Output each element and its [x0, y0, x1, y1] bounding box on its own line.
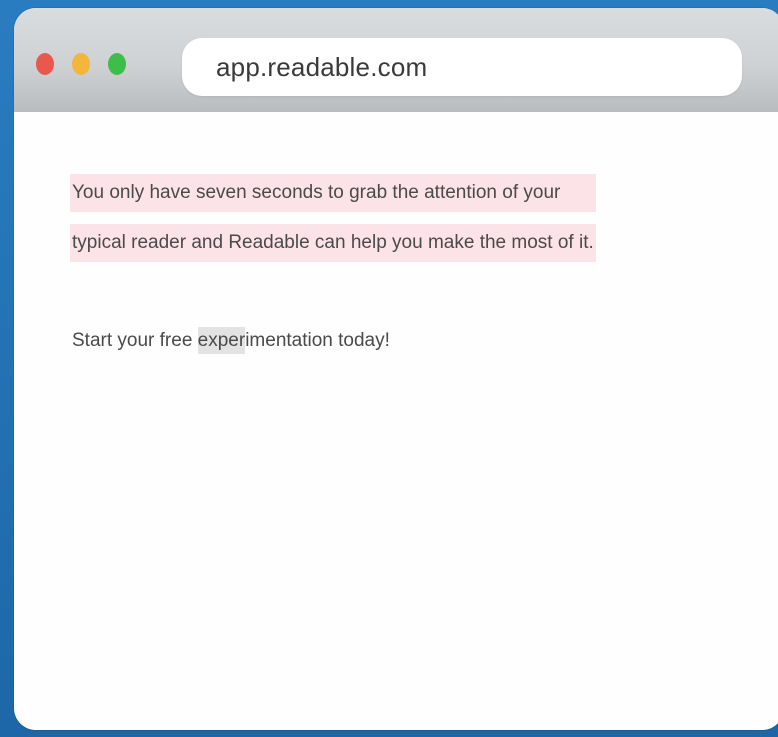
- zoom-window-button[interactable]: [108, 53, 126, 75]
- highlighted-paragraph: You only have seven seconds to grab the …: [70, 174, 596, 262]
- browser-titlebar: app.readable.com: [14, 8, 778, 112]
- highlighted-line: You only have seven seconds to grab the …: [70, 174, 596, 212]
- address-bar[interactable]: app.readable.com: [182, 38, 742, 96]
- browser-window: app.readable.com You only have seven sec…: [14, 8, 778, 730]
- address-bar-url: app.readable.com: [216, 52, 428, 82]
- cta-text-after-selection: imentation today!: [245, 330, 390, 351]
- cta-text-before-selection: Start your free: [72, 330, 198, 351]
- minimize-window-button[interactable]: [72, 53, 90, 75]
- highlighted-line: typical reader and Readable can help you…: [70, 224, 596, 262]
- close-window-button[interactable]: [36, 53, 54, 75]
- call-to-action-text: Start your free experimentation today!: [72, 326, 390, 356]
- selected-text: exper: [197, 327, 246, 354]
- page-content: You only have seven seconds to grab the …: [14, 112, 778, 730]
